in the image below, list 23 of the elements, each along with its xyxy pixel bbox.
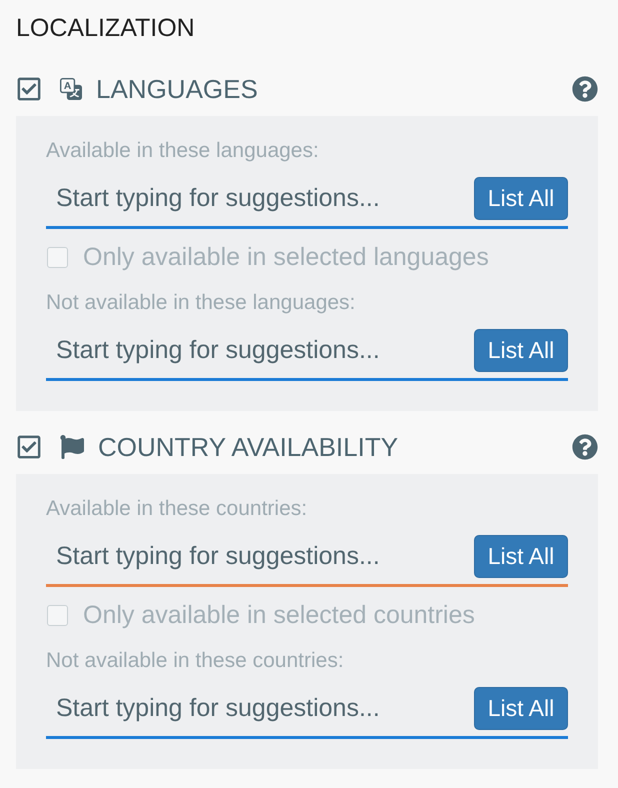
section-title: LANGUAGES bbox=[96, 74, 259, 104]
checked-checkbox-icon[interactable] bbox=[16, 434, 42, 460]
section-title: COUNTRY AVAILABILITY bbox=[98, 432, 400, 462]
help-icon[interactable] bbox=[572, 434, 598, 460]
autocomplete-field[interactable]: Start typing for suggestions... List All bbox=[46, 528, 568, 587]
list-all-button[interactable]: List All bbox=[474, 686, 568, 730]
field-label: Not available in these countries: bbox=[46, 649, 345, 673]
field-label: Available in these countries: bbox=[46, 497, 308, 521]
field-label: Not available in these languages: bbox=[46, 291, 356, 315]
page-title: LOCALIZATION bbox=[16, 14, 196, 42]
checkbox-label: Only available in selected languages bbox=[83, 242, 489, 272]
autocomplete-field[interactable]: Start typing for suggestions... List All bbox=[46, 322, 568, 381]
list-all-button[interactable]: List All bbox=[474, 176, 568, 220]
autocomplete-field[interactable]: Start typing for suggestions... List All bbox=[46, 680, 568, 739]
help-icon[interactable] bbox=[572, 76, 598, 102]
list-all-button[interactable]: List All bbox=[474, 534, 568, 578]
checkbox-label: Only available in selected countries bbox=[83, 600, 475, 630]
field-label: Available in these languages: bbox=[46, 139, 320, 163]
autocomplete-field[interactable]: Start typing for suggestions... List All bbox=[46, 170, 568, 229]
checked-checkbox-icon[interactable] bbox=[16, 76, 42, 102]
translate-icon bbox=[60, 78, 82, 100]
flag-icon bbox=[60, 435, 84, 459]
list-all-button[interactable]: List All bbox=[474, 328, 568, 372]
